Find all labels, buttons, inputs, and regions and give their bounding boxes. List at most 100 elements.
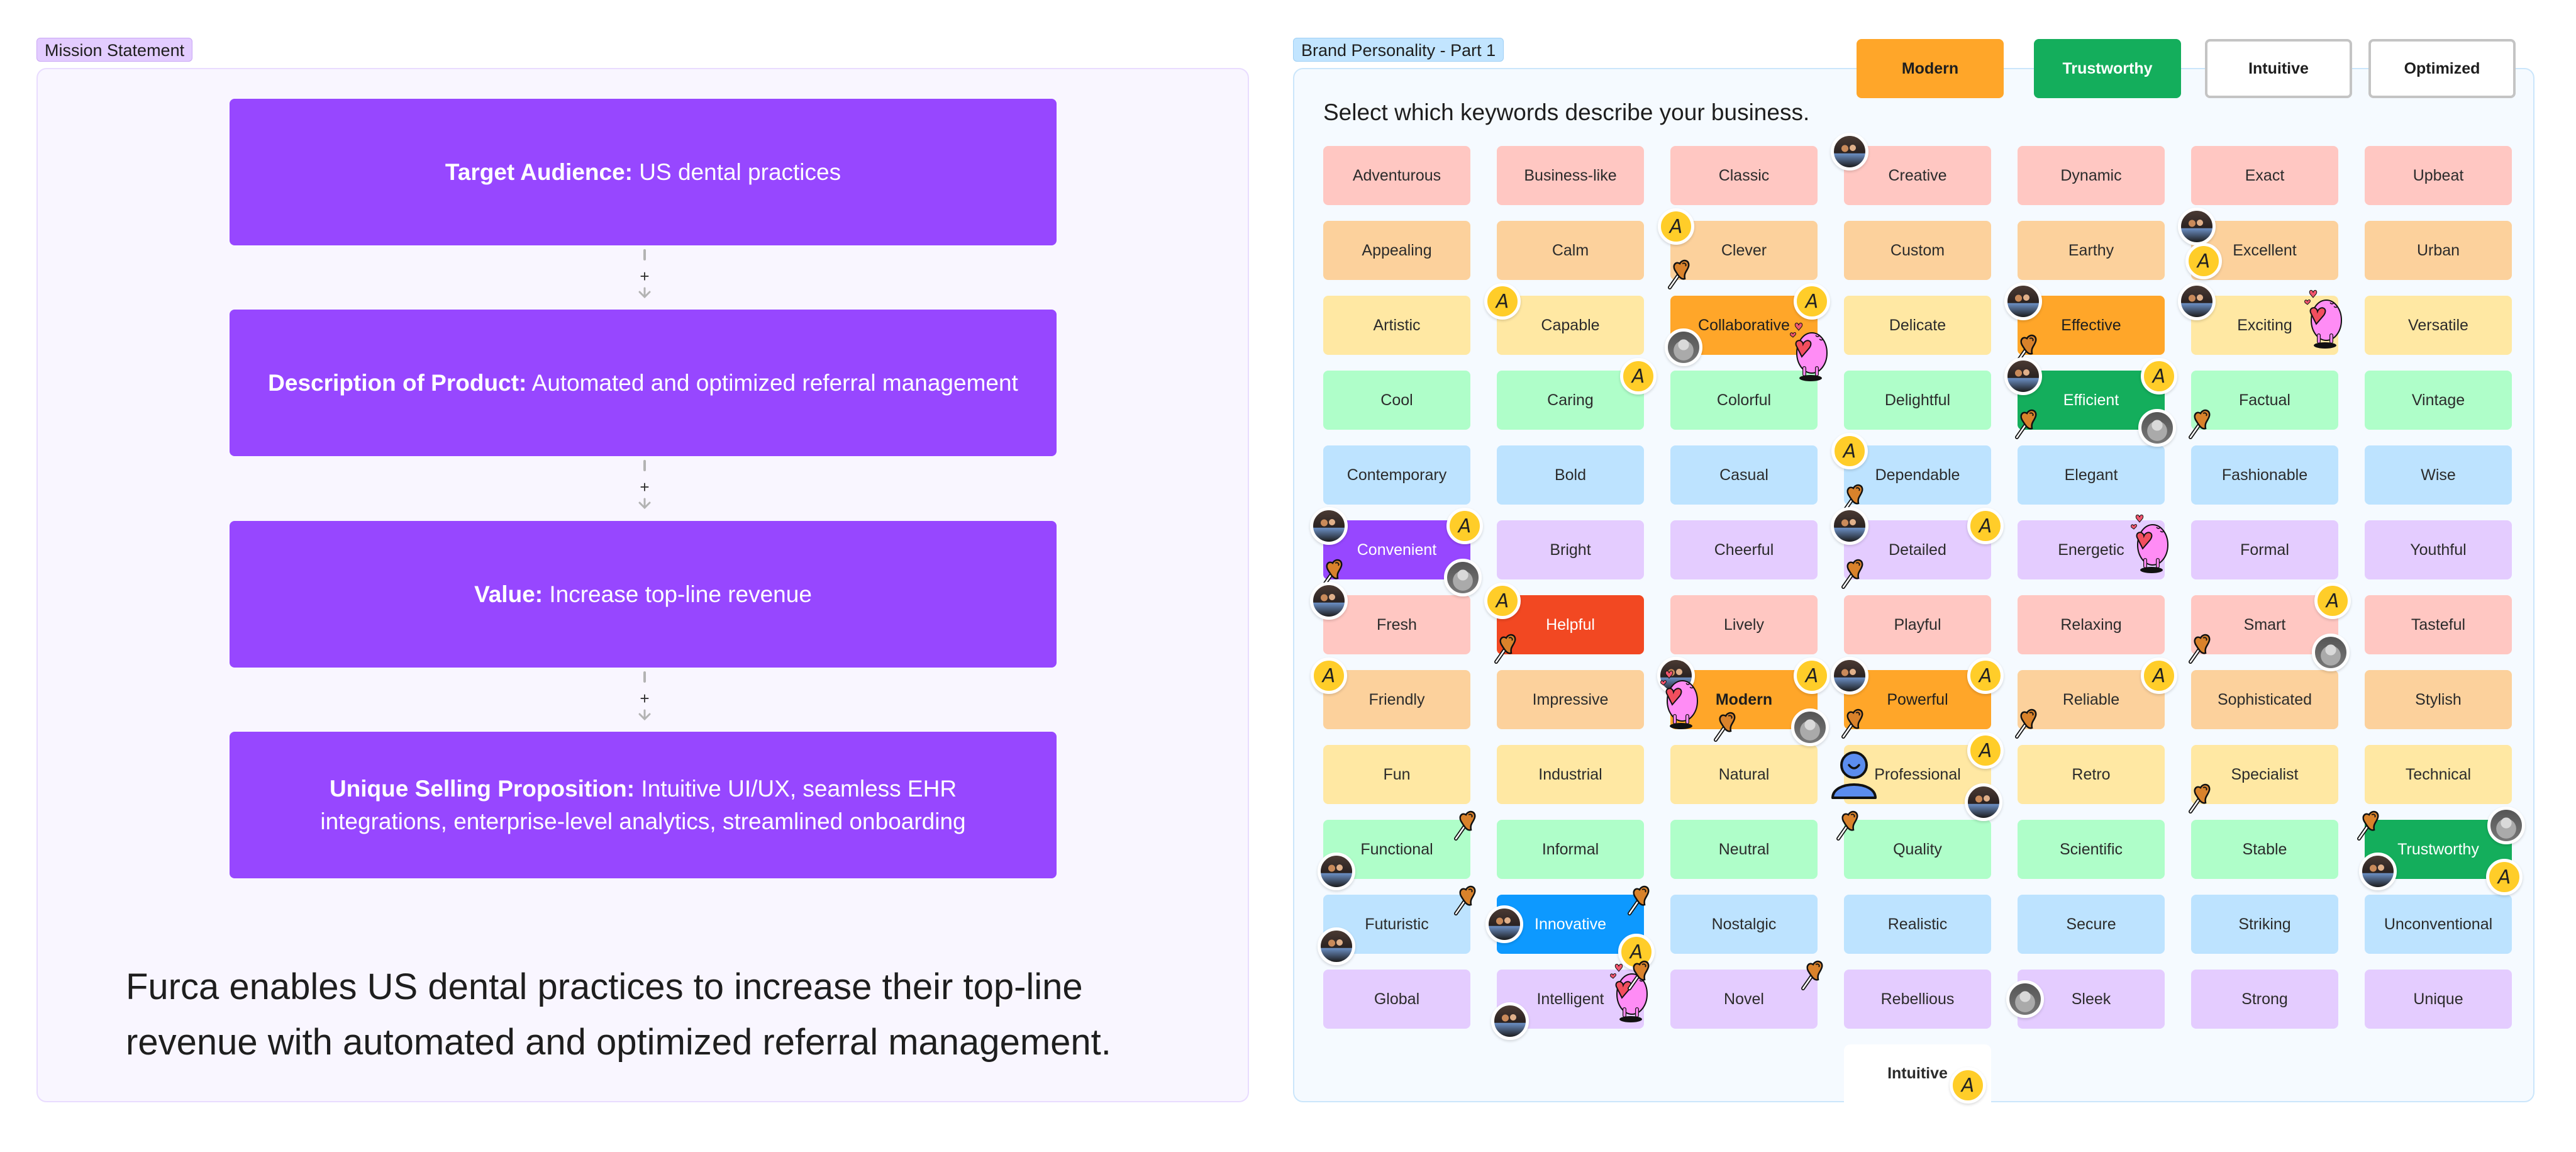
keyword-tile-artistic[interactable]: Artistic: [1323, 296, 1470, 355]
keyword-tile-unconventional[interactable]: Unconventional: [2365, 895, 2512, 954]
step-description-of-product[interactable]: Description of Product: Automated and op…: [230, 310, 1057, 456]
keyword-tile-bold[interactable]: Bold: [1497, 445, 1644, 505]
keyword-tile-delicate[interactable]: Delicate: [1844, 296, 1991, 355]
keyword-tile-unique[interactable]: Unique: [2365, 970, 2512, 1029]
connector-arrow[interactable]: +: [635, 247, 654, 310]
keyword-tile-futuristic[interactable]: Futuristic: [1323, 895, 1470, 954]
keyword-tile-clever[interactable]: Clever: [1670, 221, 1818, 280]
keyword-tile-smart[interactable]: Smart: [2191, 595, 2338, 654]
keyword-tile-informal[interactable]: Informal: [1497, 820, 1644, 879]
keyword-tile-secure[interactable]: Secure: [2018, 895, 2165, 954]
keyword-tile-vintage[interactable]: Vintage: [2365, 371, 2512, 430]
keyword-tile-relaxing[interactable]: Relaxing: [2018, 595, 2165, 654]
connector-arrow[interactable]: +: [635, 457, 654, 520]
chosen-keyword-intuitive[interactable]: Intuitive: [2205, 39, 2352, 98]
keyword-tile-caring[interactable]: Caring: [1497, 371, 1644, 430]
add-icon[interactable]: +: [635, 689, 654, 708]
keyword-tile-calm[interactable]: Calm: [1497, 221, 1644, 280]
keyword-tile-cool[interactable]: Cool: [1323, 371, 1470, 430]
keyword-tile-powerful[interactable]: Powerful: [1844, 670, 1991, 729]
add-icon[interactable]: +: [635, 478, 654, 496]
keyword-tile-custom[interactable]: Custom: [1844, 221, 1991, 280]
add-icon[interactable]: +: [635, 267, 654, 286]
keyword-tile-fashionable[interactable]: Fashionable: [2191, 445, 2338, 505]
keyword-tile-urban[interactable]: Urban: [2365, 221, 2512, 280]
keyword-tile-capable[interactable]: Capable: [1497, 296, 1644, 355]
keyword-tile-effective[interactable]: Effective: [2018, 296, 2165, 355]
keyword-tile-versatile[interactable]: Versatile: [2365, 296, 2512, 355]
keyword-tile-wise[interactable]: Wise: [2365, 445, 2512, 505]
keyword-tile-youthful[interactable]: Youthful: [2365, 520, 2512, 579]
keyword-tile-collaborative[interactable]: Collaborative: [1670, 296, 1818, 355]
keyword-tile-bright[interactable]: Bright: [1497, 520, 1644, 579]
keyword-tile-helpful[interactable]: Helpful: [1497, 595, 1644, 654]
keyword-tile-fresh[interactable]: Fresh: [1323, 595, 1470, 654]
keyword-tile-modern[interactable]: Modern: [1670, 670, 1818, 729]
keyword-tile-convenient[interactable]: Convenient: [1323, 520, 1470, 579]
keyword-tile-efficient[interactable]: Efficient: [2018, 371, 2165, 430]
keyword-tile-rebellious[interactable]: Rebellious: [1844, 970, 1991, 1029]
keyword-tile-intelligent[interactable]: Intelligent: [1497, 970, 1644, 1029]
keyword-tile-professional[interactable]: Professional: [1844, 745, 1991, 804]
connector-arrow[interactable]: +: [635, 669, 654, 732]
keyword-tile-retro[interactable]: Retro: [2018, 745, 2165, 804]
keyword-tile-formal[interactable]: Formal: [2191, 520, 2338, 579]
keyword-tile-natural[interactable]: Natural: [1670, 745, 1818, 804]
keyword-tile-striking[interactable]: Striking: [2191, 895, 2338, 954]
keyword-tile-stylish[interactable]: Stylish: [2365, 670, 2512, 729]
keyword-tile-innovative[interactable]: Innovative: [1497, 895, 1644, 954]
brand-personality-frame-label[interactable]: Brand Personality - Part 1: [1293, 38, 1504, 62]
chosen-keyword-optimized[interactable]: Optimized: [2368, 39, 2516, 98]
keyword-tile-neutral[interactable]: Neutral: [1670, 820, 1818, 879]
chosen-keyword-trustworthy[interactable]: Trustworthy: [2034, 39, 2181, 98]
keyword-tile-contemporary[interactable]: Contemporary: [1323, 445, 1470, 505]
keyword-tile-lively[interactable]: Lively: [1670, 595, 1818, 654]
keyword-tile-fun[interactable]: Fun: [1323, 745, 1470, 804]
keyword-tile-dependable[interactable]: Dependable: [1844, 445, 1991, 505]
keyword-tile-appealing[interactable]: Appealing: [1323, 221, 1470, 280]
keyword-tile-colorful[interactable]: Colorful: [1670, 371, 1818, 430]
keyword-tile-industrial[interactable]: Industrial: [1497, 745, 1644, 804]
keyword-tile-exact[interactable]: Exact: [2191, 146, 2338, 205]
keyword-tile-tasteful[interactable]: Tasteful: [2365, 595, 2512, 654]
dragged-keyword-card[interactable]: Intuitive: [1844, 1044, 1991, 1102]
keyword-tile-excellent[interactable]: Excellent: [2191, 221, 2338, 280]
keyword-tile-reliable[interactable]: Reliable: [2018, 670, 2165, 729]
step-value[interactable]: Value: Increase top-line revenue: [230, 521, 1057, 668]
keyword-tile-upbeat[interactable]: Upbeat: [2365, 146, 2512, 205]
keyword-tile-impressive[interactable]: Impressive: [1497, 670, 1644, 729]
keyword-tile-specialist[interactable]: Specialist: [2191, 745, 2338, 804]
keyword-tile-playful[interactable]: Playful: [1844, 595, 1991, 654]
keyword-tile-stable[interactable]: Stable: [2191, 820, 2338, 879]
keyword-tile-friendly[interactable]: Friendly: [1323, 670, 1470, 729]
keyword-tile-classic[interactable]: Classic: [1670, 146, 1818, 205]
keyword-tile-delightful[interactable]: Delightful: [1844, 371, 1991, 430]
keyword-tile-energetic[interactable]: Energetic: [2018, 520, 2165, 579]
keyword-tile-adventurous[interactable]: Adventurous: [1323, 146, 1470, 205]
keyword-tile-detailed[interactable]: Detailed: [1844, 520, 1991, 579]
keyword-tile-elegant[interactable]: Elegant: [2018, 445, 2165, 505]
keyword-tile-scientific[interactable]: Scientific: [2018, 820, 2165, 879]
mission-statement-frame-label[interactable]: Mission Statement: [36, 38, 193, 62]
mission-statement-text[interactable]: Furca enables US dental practices to inc…: [126, 959, 1195, 1070]
keyword-tile-exciting[interactable]: Exciting: [2191, 296, 2338, 355]
keyword-tile-dynamic[interactable]: Dynamic: [2018, 146, 2165, 205]
keyword-tile-global[interactable]: Global: [1323, 970, 1470, 1029]
chosen-keyword-modern[interactable]: Modern: [1857, 39, 2004, 98]
keyword-tile-business-like[interactable]: Business-like: [1497, 146, 1644, 205]
keyword-tile-cheerful[interactable]: Cheerful: [1670, 520, 1818, 579]
keyword-tile-sleek[interactable]: Sleek: [2018, 970, 2165, 1029]
keyword-tile-creative[interactable]: Creative: [1844, 146, 1991, 205]
step-unique-selling-proposition[interactable]: Unique Selling Proposition: Intuitive UI…: [230, 732, 1057, 878]
keyword-tile-quality[interactable]: Quality: [1844, 820, 1991, 879]
keyword-tile-factual[interactable]: Factual: [2191, 371, 2338, 430]
keyword-tile-technical[interactable]: Technical: [2365, 745, 2512, 804]
keyword-tile-earthy[interactable]: Earthy: [2018, 221, 2165, 280]
keyword-tile-functional[interactable]: Functional: [1323, 820, 1470, 879]
keyword-tile-novel[interactable]: Novel: [1670, 970, 1818, 1029]
keyword-tile-sophisticated[interactable]: Sophisticated: [2191, 670, 2338, 729]
keyword-tile-realistic[interactable]: Realistic: [1844, 895, 1991, 954]
keyword-tile-casual[interactable]: Casual: [1670, 445, 1818, 505]
keyword-tile-trustworthy[interactable]: Trustworthy: [2365, 820, 2512, 879]
step-target-audience[interactable]: Target Audience: US dental practices: [230, 99, 1057, 245]
